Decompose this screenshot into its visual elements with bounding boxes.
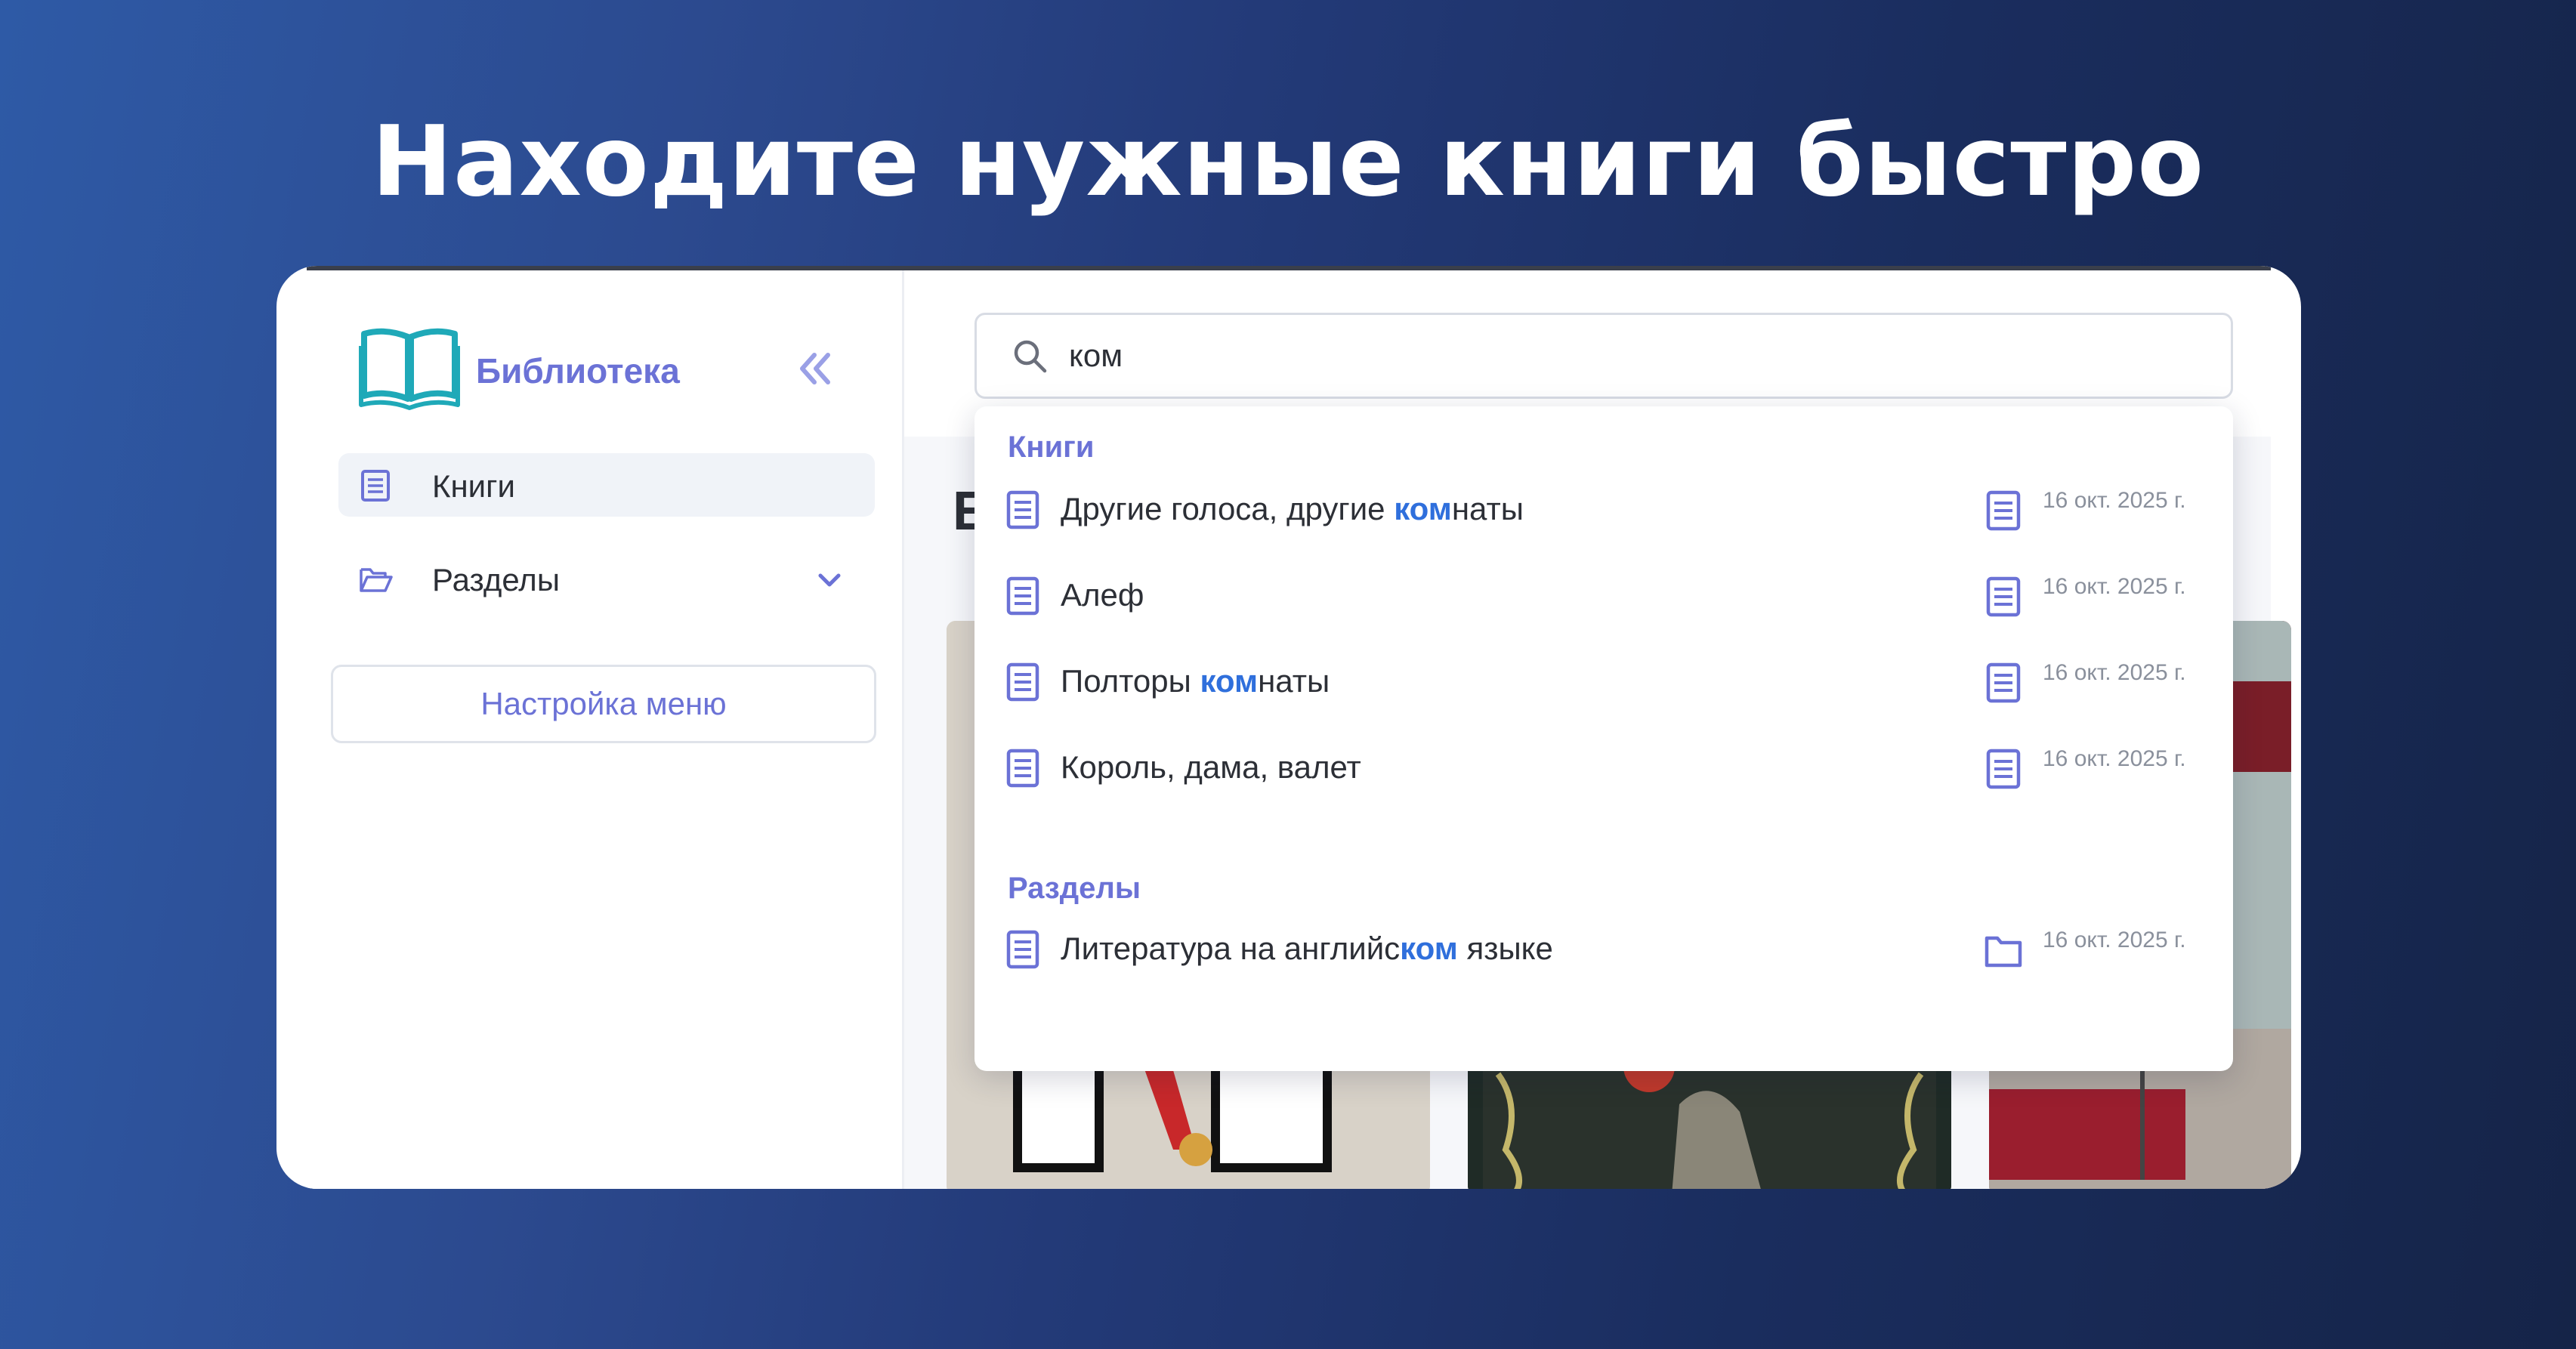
book-icon (1986, 490, 2021, 531)
book-icon (1006, 490, 1039, 529)
book-icon (1986, 662, 2021, 703)
collapse-sidebar-icon[interactable] (792, 346, 837, 391)
book-icon (1986, 576, 2021, 617)
results-group-title-books: Книги (1008, 431, 1095, 464)
folder-open-icon (360, 568, 393, 592)
result-date: 16 окт. 2025 г. (2043, 488, 2186, 513)
result-date: 16 окт. 2025 г. (2043, 574, 2186, 599)
search-box[interactable] (974, 313, 2233, 399)
open-book-logo-icon (359, 328, 460, 410)
search-results-dropdown: Книги Другие голоса, другие комнаты 16 о… (974, 406, 2233, 1071)
result-title: Король, дама, валет (1061, 749, 1361, 785)
result-title: Алеф (1061, 577, 1144, 613)
sidebar-item-label: Разделы (432, 562, 561, 597)
book-icon (361, 470, 390, 502)
search-result-item[interactable]: Литература на английском языке 16 окт. 2… (974, 908, 2233, 986)
result-date: 16 окт. 2025 г. (2043, 660, 2186, 685)
book-icon (1006, 576, 1039, 616)
result-title: Полторы комнаты (1061, 663, 1330, 699)
folder-icon (1985, 936, 2022, 968)
chevron-down-icon[interactable] (814, 565, 845, 595)
search-result-item[interactable]: Король, дама, валет 16 окт. 2025 г. (974, 727, 2233, 805)
search-result-item[interactable]: Алеф 16 окт. 2025 г. (974, 554, 2233, 633)
search-input[interactable] (1069, 332, 2127, 380)
sidebar-item-label: Книги (432, 468, 515, 504)
sidebar-item-sections[interactable]: Разделы (338, 547, 875, 610)
library-app: Библиотека Книги Разделы Настройка меню … (307, 266, 2291, 1189)
main-content: Е ком Книги Другие голоса, другие комнат… (904, 270, 2291, 1189)
result-date: 16 окт. 2025 г. (2043, 746, 2186, 771)
result-date: 16 окт. 2025 г. (2043, 928, 2186, 952)
app-screenshot-frame: Библиотека Книги Разделы Настройка меню … (276, 266, 2301, 1189)
sidebar-item-books[interactable]: Книги (338, 453, 875, 517)
book-icon (1006, 749, 1039, 788)
search-result-item[interactable]: Другие голоса, другие комнаты 16 окт. 20… (974, 468, 2233, 547)
book-icon (1006, 662, 1039, 702)
logo-text: Библиотека (476, 351, 680, 390)
results-group-title-sections: Разделы (1008, 872, 1141, 905)
search-icon (1014, 340, 1047, 373)
book-icon (1006, 930, 1039, 969)
result-title: Литература на английском языке (1061, 931, 1553, 966)
headline: Находите нужные книги быстро (371, 106, 2205, 218)
sidebar: Библиотека Книги Разделы Настройка меню (307, 270, 904, 1189)
menu-settings-button[interactable]: Настройка меню (331, 665, 876, 743)
book-icon (1986, 749, 2021, 789)
result-title: Другие голоса, другие комнаты (1061, 491, 1524, 526)
search-result-item[interactable]: Полторы комнаты 16 окт. 2025 г. (974, 641, 2233, 719)
